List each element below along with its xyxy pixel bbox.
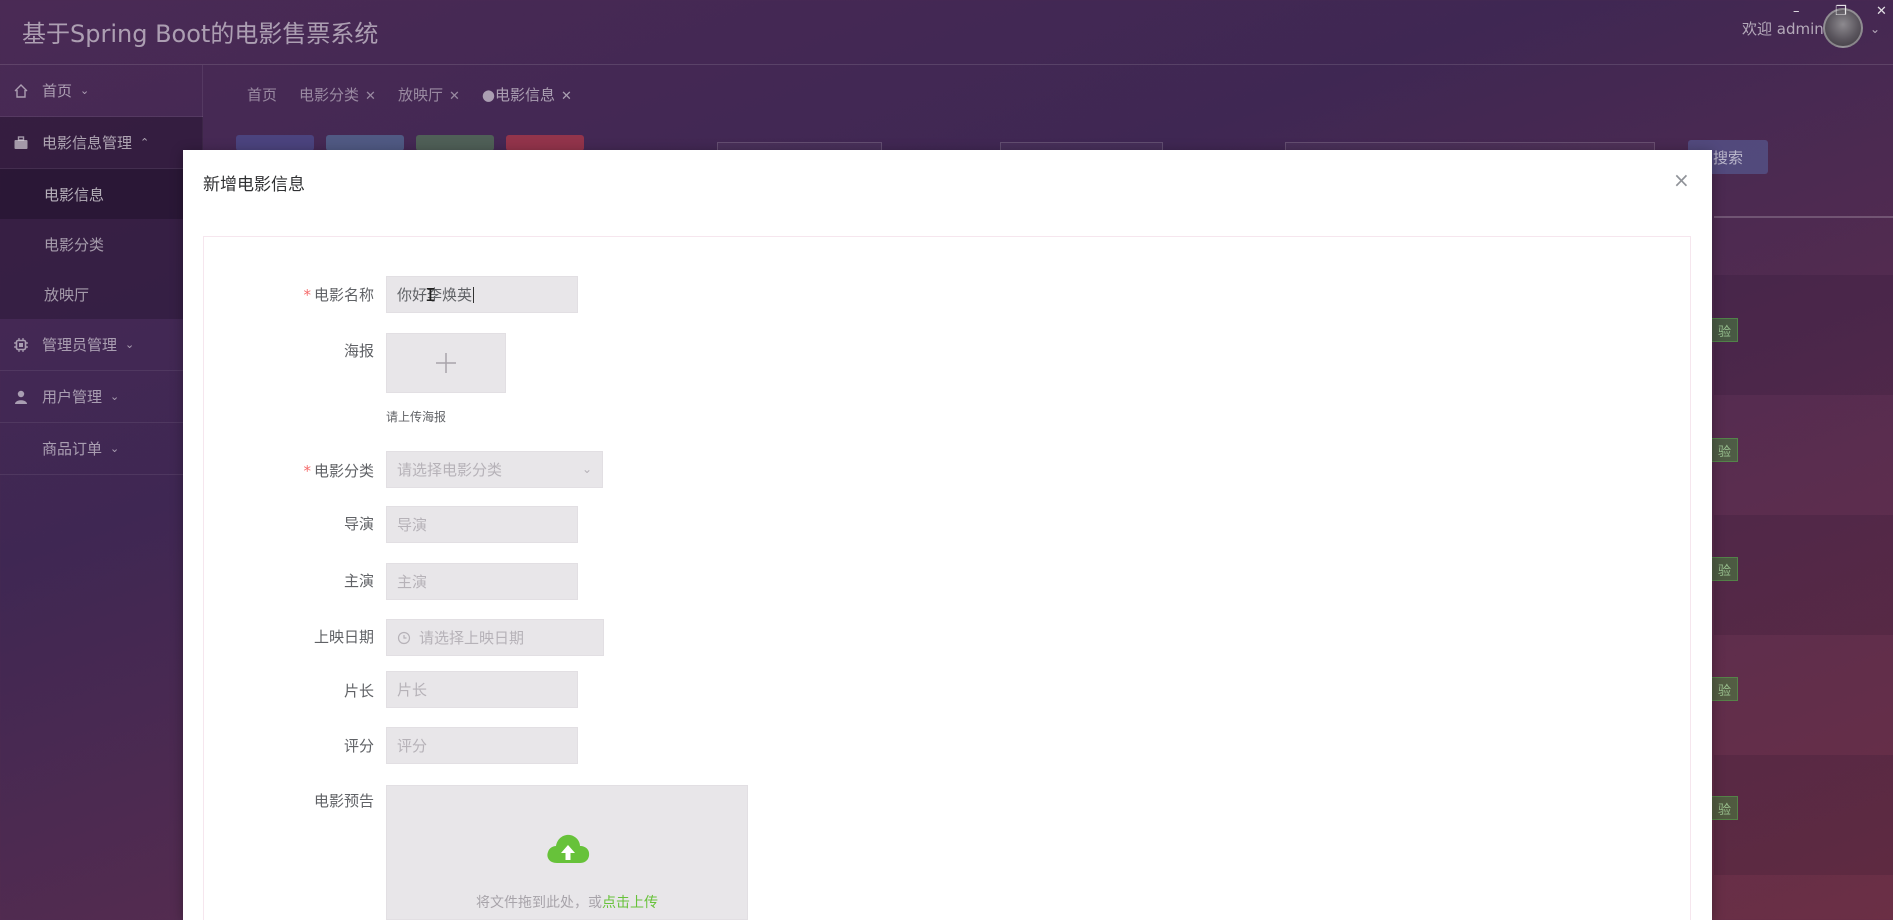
tab-movie-category[interactable]: 电影分类 ✕ [299,84,376,104]
chevron-down-icon: ⌄ [110,390,120,403]
chevron-down-icon: ⌄ [80,84,90,97]
release-date-label: 上映日期 [313,628,374,646]
sidebar-item-label: 商品订单 [42,440,103,458]
briefcase-icon [12,134,30,152]
plus-icon [436,353,456,373]
category-label: * 电影分类 [234,460,374,481]
tab-home[interactable]: 首页 [247,84,277,104]
poster-upload-button[interactable] [386,333,506,393]
rating-input[interactable]: 评分 [386,727,578,764]
select-placeholder: 请选择电影分类 [397,461,503,479]
close-icon[interactable]: ✕ [449,89,460,104]
close-icon[interactable]: ✕ [365,89,376,104]
clock-icon [397,631,411,644]
top-header: 基于Spring Boot的电影售票系统 欢迎 admin ⌄ – ❐ ✕ [0,0,1893,65]
chevron-down-icon: ⌄ [581,462,592,476]
sidebar-item-label: 用户管理 [42,388,103,406]
category-select[interactable]: 请选择电影分类 ⌄ [386,451,603,488]
table-header-divider [1714,216,1893,218]
table-row [1714,515,1893,635]
actors-input[interactable]: 主演 [386,563,578,600]
duration-label: 片长 [343,682,374,700]
sidebar-item-label: 管理员管理 [42,336,118,354]
cloud-upload-icon [547,834,590,863]
sidebar-item-home[interactable]: 首页 ⌄ [0,65,203,117]
sidebar: 首页 ⌄ 电影信息管理 ⌃ 电影信息 电影分类 放映厅 管理员管理 ⌄ 用户管理… [0,65,203,920]
text-cursor [473,286,475,303]
add-button[interactable] [236,135,314,151]
chip-icon [12,336,30,354]
poster-label: 海报 [343,342,374,360]
upload-text: 将文件拖到此处，或点击上传 [387,892,747,912]
close-window-icon[interactable]: ✕ [1876,4,1887,19]
dialog-title: 新增电影信息 [203,175,305,195]
actors-label: 主演 [343,572,374,590]
director-input[interactable]: 导演 [386,506,578,543]
upload-hint: 将文件拖到此处，或 [476,895,602,911]
table-row [1714,275,1893,395]
edit-button[interactable] [416,135,494,151]
release-date-picker[interactable]: 请选择上映日期 [386,619,604,656]
sidebar-item-orders[interactable]: 商品订单 ⌄ [0,423,203,475]
sidebar-item-label: 电影信息管理 [42,134,133,152]
trailer-upload-dropzone[interactable]: 将文件拖到此处，或点击上传 [386,785,748,920]
sidebar-item-admin-management[interactable]: 管理员管理 ⌄ [0,319,203,371]
app-title: 基于Spring Boot的电影售票系统 [22,20,379,48]
movie-name-input[interactable]: 你好李焕英 [386,276,578,313]
tab-label: 电影分类 [299,86,360,104]
sidebar-item-user-management[interactable]: 用户管理 ⌄ [0,371,203,423]
chevron-down-icon[interactable]: ⌄ [1870,22,1880,36]
trailer-label: 电影预告 [313,792,374,810]
sidebar-item-movie-management[interactable]: 电影信息管理 ⌃ [0,117,203,169]
sidebar-subitem-hall[interactable]: 放映厅 [0,269,203,319]
sidebar-subitem-movie-info[interactable]: 电影信息 [0,169,203,219]
click-upload-link[interactable]: 点击上传 [602,895,658,911]
tab-label: ●电影信息 [481,86,555,104]
close-icon[interactable]: × [1673,168,1690,192]
ibeam-cursor-icon: I [425,285,436,306]
movie-name-label: * 电影名称 [234,284,374,305]
welcome-text: 欢迎 admin [1742,20,1824,38]
required-asterisk: * [303,462,311,480]
required-asterisk: * [303,286,311,304]
label-text: 电影名称 [313,286,374,304]
restore-icon[interactable]: ❐ [1835,4,1847,19]
tab-movie-info[interactable]: ●电影信息 ✕ [482,84,572,104]
poster-tip: 请上传海报 [386,410,447,424]
sidebar-item-label: 首页 [42,82,73,100]
director-label: 导演 [343,515,374,533]
tab-label: 首页 [247,86,278,104]
minimize-icon[interactable]: – [1793,4,1800,19]
home-icon [12,82,30,100]
rating-label: 评分 [343,737,374,755]
tab-hall[interactable]: 放映厅 ✕ [398,84,460,104]
close-icon[interactable]: ✕ [561,89,572,104]
duration-input[interactable]: 片长 [386,671,578,708]
chevron-down-icon: ⌄ [110,442,120,455]
detail-button[interactable] [326,135,404,151]
tab-label: 放映厅 [397,86,443,104]
table-row [1714,755,1893,875]
label-text: 电影分类 [313,462,374,480]
chevron-up-icon: ⌃ [140,136,150,149]
delete-button[interactable] [506,135,584,151]
date-placeholder: 请选择上映日期 [419,629,525,647]
chevron-down-icon: ⌄ [125,338,135,351]
tab-bar: 首页 电影分类 ✕ 放映厅 ✕ ●电影信息 ✕ [247,84,572,104]
user-icon [12,388,30,406]
sidebar-subitem-movie-category[interactable]: 电影分类 [0,219,203,269]
